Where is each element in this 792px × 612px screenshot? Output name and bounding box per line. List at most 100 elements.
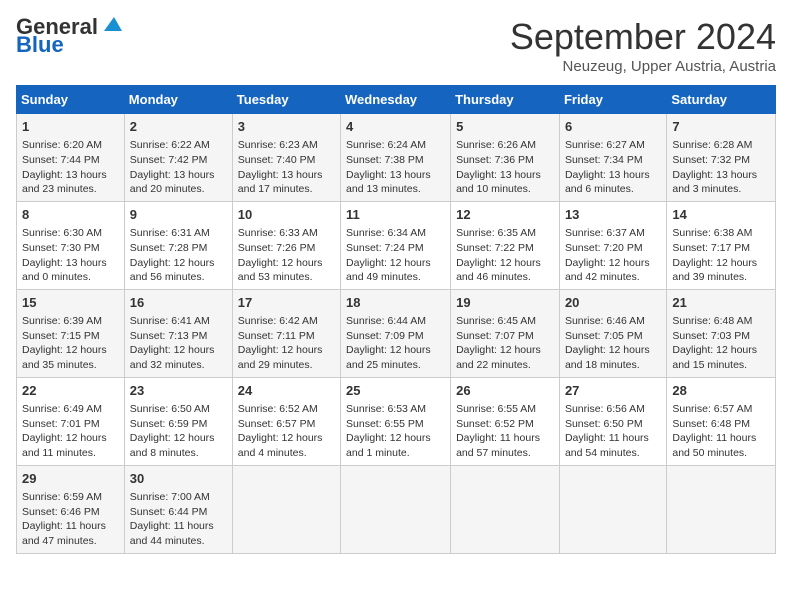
calendar-cell: 14 Sunrise: 6:38 AM Sunset: 7:17 PM Dayli…: [667, 201, 776, 289]
day-number: 23: [130, 382, 227, 400]
calendar-cell: [232, 465, 340, 553]
calendar-cell: 3 Sunrise: 6:23 AM Sunset: 7:40 PM Daylig…: [232, 114, 340, 202]
day-number: 1: [22, 118, 119, 136]
day-number: 22: [22, 382, 119, 400]
day-info: Sunrise: 6:41 AM Sunset: 7:13 PM Dayligh…: [130, 314, 227, 373]
calendar-cell: [451, 465, 560, 553]
day-number: 27: [565, 382, 661, 400]
month-title: September 2024: [510, 16, 776, 58]
calendar-cell: 18 Sunrise: 6:44 AM Sunset: 7:09 PM Dayli…: [341, 289, 451, 377]
day-info: Sunrise: 6:24 AM Sunset: 7:38 PM Dayligh…: [346, 138, 445, 197]
calendar-cell: 11 Sunrise: 6:34 AM Sunset: 7:24 PM Dayli…: [341, 201, 451, 289]
calendar-cell: 13 Sunrise: 6:37 AM Sunset: 7:20 PM Dayli…: [559, 201, 666, 289]
calendar-cell: 2 Sunrise: 6:22 AM Sunset: 7:42 PM Daylig…: [124, 114, 232, 202]
day-number: 29: [22, 470, 119, 488]
page-header: General Blue September 2024 Neuzeug, Upp…: [16, 16, 776, 75]
weekday-header-row: SundayMondayTuesdayWednesdayThursdayFrid…: [17, 86, 776, 114]
day-info: Sunrise: 6:27 AM Sunset: 7:34 PM Dayligh…: [565, 138, 661, 197]
calendar-cell: 15 Sunrise: 6:39 AM Sunset: 7:15 PM Dayli…: [17, 289, 125, 377]
day-number: 26: [456, 382, 554, 400]
calendar-cell: 30Sunrise: 7:00 AM Sunset: 6:44 PM Dayli…: [124, 465, 232, 553]
calendar-cell: 10 Sunrise: 6:33 AM Sunset: 7:26 PM Dayli…: [232, 201, 340, 289]
day-info: Sunrise: 6:28 AM Sunset: 7:32 PM Dayligh…: [672, 138, 770, 197]
day-number: 17: [238, 294, 335, 312]
day-info: Sunrise: 6:57 AM Sunset: 6:48 PM Dayligh…: [672, 402, 770, 461]
day-number: 10: [238, 206, 335, 224]
calendar-cell: 17Sunrise: 6:42 AM Sunset: 7:11 PM Dayli…: [232, 289, 340, 377]
day-info: Sunrise: 6:34 AM Sunset: 7:24 PM Dayligh…: [346, 226, 445, 285]
day-info: Sunrise: 6:31 AM Sunset: 7:28 PM Dayligh…: [130, 226, 227, 285]
day-info: Sunrise: 6:39 AM Sunset: 7:15 PM Dayligh…: [22, 314, 119, 373]
weekday-header-sunday: Sunday: [17, 86, 125, 114]
day-info: Sunrise: 6:56 AM Sunset: 6:50 PM Dayligh…: [565, 402, 661, 461]
day-number: 4: [346, 118, 445, 136]
day-number: 14: [672, 206, 770, 224]
day-info: Sunrise: 6:53 AM Sunset: 6:55 PM Dayligh…: [346, 402, 445, 461]
calendar-cell: 4 Sunrise: 6:24 AM Sunset: 7:38 PM Daylig…: [341, 114, 451, 202]
day-info: Sunrise: 6:45 AM Sunset: 7:07 PM Dayligh…: [456, 314, 554, 373]
weekday-header-tuesday: Tuesday: [232, 86, 340, 114]
day-info: Sunrise: 6:52 AM Sunset: 6:57 PM Dayligh…: [238, 402, 335, 461]
day-number: 9: [130, 206, 227, 224]
calendar-cell: [667, 465, 776, 553]
day-number: 7: [672, 118, 770, 136]
day-info: Sunrise: 6:37 AM Sunset: 7:20 PM Dayligh…: [565, 226, 661, 285]
calendar-cell: 5 Sunrise: 6:26 AM Sunset: 7:36 PM Daylig…: [451, 114, 560, 202]
day-number: 8: [22, 206, 119, 224]
day-info: Sunrise: 6:22 AM Sunset: 7:42 PM Dayligh…: [130, 138, 227, 197]
calendar-cell: 8 Sunrise: 6:30 AM Sunset: 7:30 PM Daylig…: [17, 201, 125, 289]
day-info: Sunrise: 6:33 AM Sunset: 7:26 PM Dayligh…: [238, 226, 335, 285]
day-number: 19: [456, 294, 554, 312]
calendar-cell: [559, 465, 666, 553]
calendar-cell: [341, 465, 451, 553]
day-number: 28: [672, 382, 770, 400]
calendar-cell: 26 Sunrise: 6:55 AM Sunset: 6:52 PM Dayli…: [451, 377, 560, 465]
logo-icon: [100, 13, 122, 35]
calendar-cell: 28 Sunrise: 6:57 AM Sunset: 6:48 PM Dayli…: [667, 377, 776, 465]
calendar-cell: 21 Sunrise: 6:48 AM Sunset: 7:03 PM Dayli…: [667, 289, 776, 377]
day-info: Sunrise: 6:35 AM Sunset: 7:22 PM Dayligh…: [456, 226, 554, 285]
day-number: 2: [130, 118, 227, 136]
day-number: 24: [238, 382, 335, 400]
day-number: 15: [22, 294, 119, 312]
day-info: Sunrise: 6:26 AM Sunset: 7:36 PM Dayligh…: [456, 138, 554, 197]
day-info: Sunrise: 6:30 AM Sunset: 7:30 PM Dayligh…: [22, 226, 119, 285]
calendar-cell: 29Sunrise: 6:59 AM Sunset: 6:46 PM Dayli…: [17, 465, 125, 553]
calendar-cell: 27 Sunrise: 6:56 AM Sunset: 6:50 PM Dayli…: [559, 377, 666, 465]
day-info: Sunrise: 6:55 AM Sunset: 6:52 PM Dayligh…: [456, 402, 554, 461]
weekday-header-monday: Monday: [124, 86, 232, 114]
calendar-cell: 12 Sunrise: 6:35 AM Sunset: 7:22 PM Dayli…: [451, 201, 560, 289]
calendar-cell: 22Sunrise: 6:49 AM Sunset: 7:01 PM Dayli…: [17, 377, 125, 465]
location-text: Neuzeug, Upper Austria, Austria: [510, 58, 776, 75]
calendar-cell: 7 Sunrise: 6:28 AM Sunset: 7:32 PM Daylig…: [667, 114, 776, 202]
logo: General Blue: [16, 16, 122, 56]
day-number: 11: [346, 206, 445, 224]
title-block: September 2024 Neuzeug, Upper Austria, A…: [510, 16, 776, 75]
logo-blue-text: Blue: [16, 34, 64, 56]
day-info: Sunrise: 6:48 AM Sunset: 7:03 PM Dayligh…: [672, 314, 770, 373]
day-info: Sunrise: 6:23 AM Sunset: 7:40 PM Dayligh…: [238, 138, 335, 197]
day-info: Sunrise: 6:38 AM Sunset: 7:17 PM Dayligh…: [672, 226, 770, 285]
weekday-header-wednesday: Wednesday: [341, 86, 451, 114]
day-number: 13: [565, 206, 661, 224]
calendar-table: SundayMondayTuesdayWednesdayThursdayFrid…: [16, 85, 776, 554]
day-number: 3: [238, 118, 335, 136]
calendar-cell: 1 Sunrise: 6:20 AM Sunset: 7:44 PM Daylig…: [17, 114, 125, 202]
calendar-cell: 6Sunrise: 6:27 AM Sunset: 7:34 PM Daylig…: [559, 114, 666, 202]
calendar-cell: 25Sunrise: 6:53 AM Sunset: 6:55 PM Dayli…: [341, 377, 451, 465]
day-info: Sunrise: 6:50 AM Sunset: 6:59 PM Dayligh…: [130, 402, 227, 461]
calendar-cell: 16Sunrise: 6:41 AM Sunset: 7:13 PM Dayli…: [124, 289, 232, 377]
day-number: 12: [456, 206, 554, 224]
calendar-cell: 20Sunrise: 6:46 AM Sunset: 7:05 PM Dayli…: [559, 289, 666, 377]
day-info: Sunrise: 6:20 AM Sunset: 7:44 PM Dayligh…: [22, 138, 119, 197]
day-info: Sunrise: 7:00 AM Sunset: 6:44 PM Dayligh…: [130, 490, 227, 549]
week-row-4: 22Sunrise: 6:49 AM Sunset: 7:01 PM Dayli…: [17, 377, 776, 465]
calendar-cell: 24 Sunrise: 6:52 AM Sunset: 6:57 PM Dayli…: [232, 377, 340, 465]
week-row-3: 15 Sunrise: 6:39 AM Sunset: 7:15 PM Dayli…: [17, 289, 776, 377]
day-number: 21: [672, 294, 770, 312]
week-row-5: 29Sunrise: 6:59 AM Sunset: 6:46 PM Dayli…: [17, 465, 776, 553]
day-info: Sunrise: 6:44 AM Sunset: 7:09 PM Dayligh…: [346, 314, 445, 373]
calendar-cell: 23 Sunrise: 6:50 AM Sunset: 6:59 PM Dayli…: [124, 377, 232, 465]
day-number: 18: [346, 294, 445, 312]
day-number: 5: [456, 118, 554, 136]
